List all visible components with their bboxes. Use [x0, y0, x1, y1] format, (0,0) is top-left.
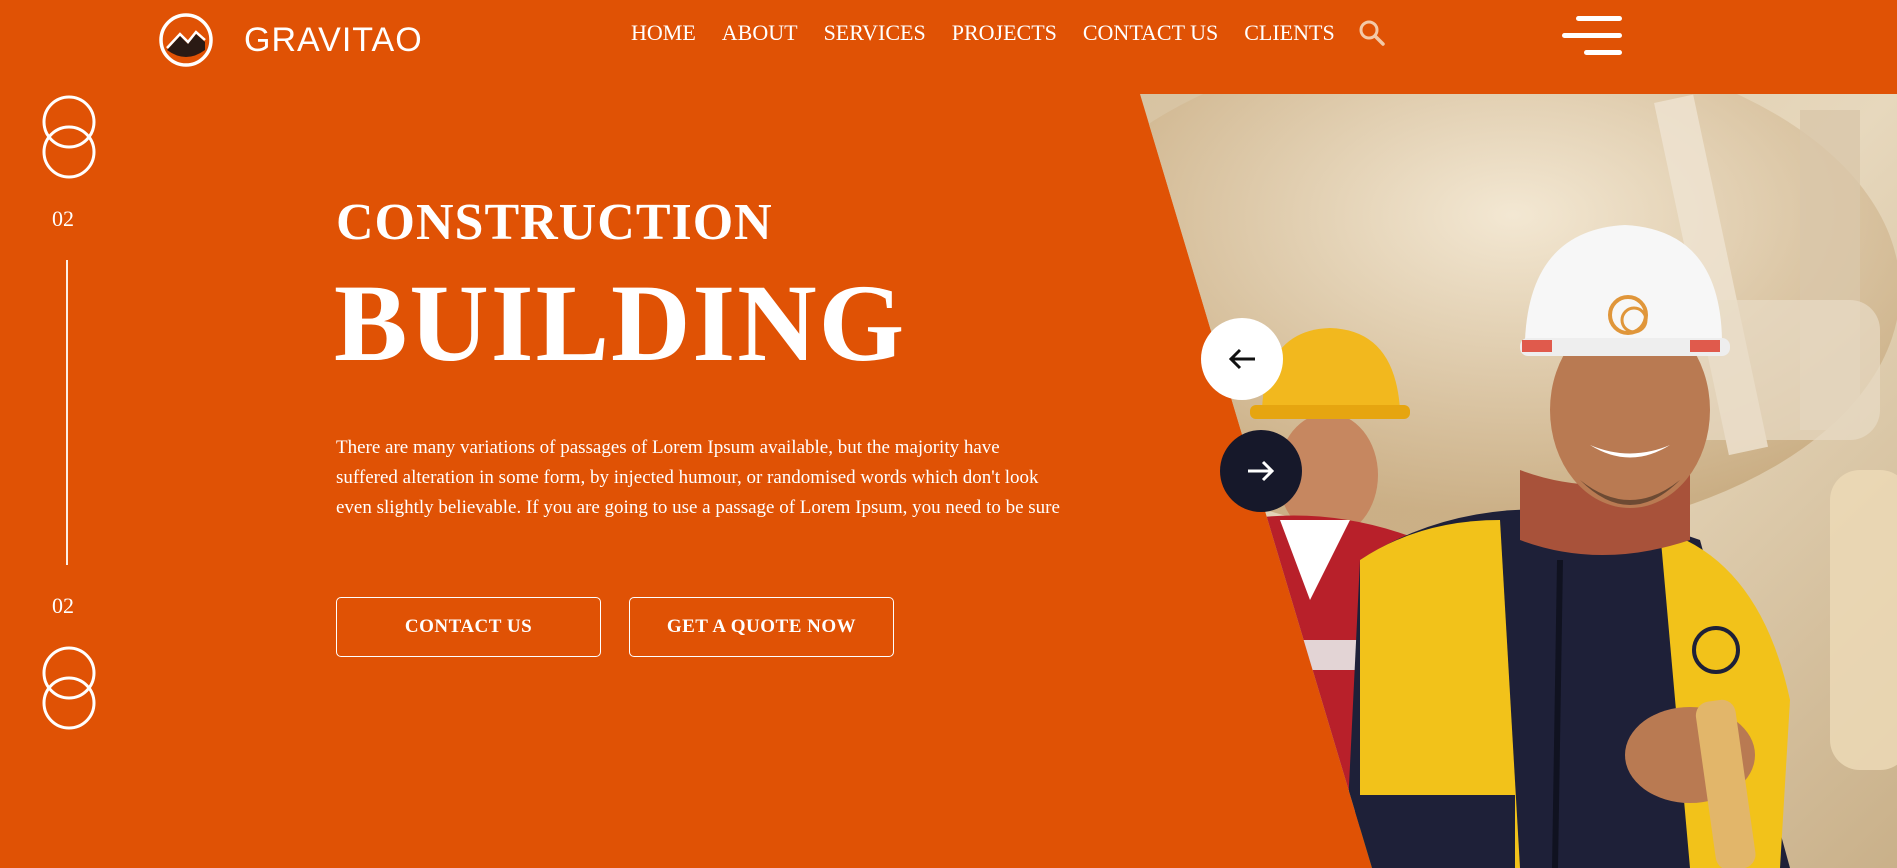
hero-subtitle: CONSTRUCTION	[336, 194, 773, 251]
hero-title: BUILDING	[334, 262, 907, 384]
hero-description-line: There are many variations of passages of…	[336, 437, 1000, 458]
nav-item-about[interactable]: ABOUT	[722, 20, 798, 46]
nav-item-clients[interactable]: CLIENTS	[1244, 20, 1334, 46]
get-quote-button[interactable]: GET A QUOTE NOW	[629, 597, 894, 657]
slide-current-number: 02	[52, 206, 74, 231]
mountain-circle-logo-icon	[159, 13, 213, 67]
rings-decoration-icon	[42, 646, 96, 730]
arrow-left-icon	[1228, 348, 1255, 370]
contact-us-button[interactable]: CONTACT US	[336, 597, 601, 657]
nav-item-contact-us[interactable]: CONTACT US	[1083, 20, 1218, 46]
search-icon[interactable]	[1357, 18, 1387, 48]
hamburger-menu-icon[interactable]	[1562, 14, 1622, 58]
nav-item-home[interactable]: HOME	[631, 20, 696, 46]
slide-total-number: 02	[52, 593, 74, 618]
hero-description-line: suffered alteration in some form, by inj…	[336, 467, 1039, 488]
hero-description-line: even slightly believable. If you are goi…	[336, 497, 1060, 518]
nav-item-services[interactable]: SERVICES	[824, 20, 926, 46]
main-nav: HOME ABOUT SERVICES PROJECTS CONTACT US …	[631, 18, 1387, 48]
brand-logo[interactable]: GRAVITAO	[158, 12, 423, 68]
slide-progress-line	[66, 260, 68, 565]
nav-item-projects[interactable]: PROJECTS	[952, 20, 1057, 46]
slider-next-button[interactable]	[1220, 430, 1302, 512]
arrow-right-icon	[1248, 460, 1275, 482]
brand-name: GRAVITAO	[244, 20, 423, 59]
rings-decoration-icon	[42, 95, 96, 179]
slider-prev-button[interactable]	[1201, 318, 1283, 400]
hero-description: There are many variations of passages of…	[336, 433, 1116, 523]
